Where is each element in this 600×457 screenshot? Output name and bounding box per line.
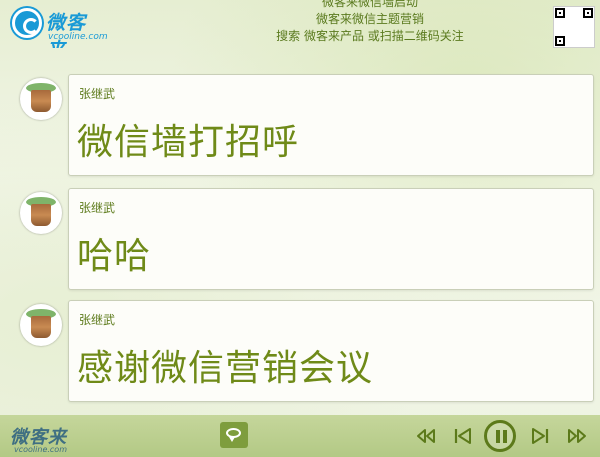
header: 微客来 vcooline.com 微客来微信墙启动 微客来微信主题营销 搜索 微… xyxy=(0,0,600,48)
message-card: 张继武 微信墙打招呼 xyxy=(18,74,594,178)
pause-icon[interactable] xyxy=(484,420,516,452)
message-card: 张继武 哈哈 xyxy=(18,188,594,292)
avatar xyxy=(20,192,62,234)
announcement-line: 微客来微信主题营销 xyxy=(315,12,424,26)
message-text: 哈哈 xyxy=(77,236,152,277)
rewind-icon[interactable] xyxy=(414,424,438,448)
fast-forward-icon[interactable] xyxy=(565,424,589,448)
message-text: 微信墙打招呼 xyxy=(77,122,300,163)
next-icon[interactable] xyxy=(528,424,552,448)
avatar xyxy=(20,304,62,346)
message-card: 张继武 感谢微信营销会议 xyxy=(18,300,594,404)
sender-name: 张继武 xyxy=(79,87,116,101)
message-bubble: 张继武 感谢微信营销会议 xyxy=(68,300,594,402)
message-bubble: 张继武 哈哈 xyxy=(68,188,594,290)
announcement-line: 搜索 微客来产品 或扫描二维码关注 xyxy=(276,29,464,43)
sender-name: 张继武 xyxy=(79,313,116,327)
sender-name: 张继武 xyxy=(79,201,116,215)
message-bubble: 张继武 微信墙打招呼 xyxy=(68,74,594,176)
previous-icon[interactable] xyxy=(451,424,475,448)
announcement-line: 微客来微信墙启动 xyxy=(321,0,418,9)
logo-text: 微客来 xyxy=(46,12,87,48)
qr-code-icon xyxy=(553,6,595,48)
avatar xyxy=(20,78,62,120)
footer-toolbar: 微客来 vcooline.com xyxy=(0,415,600,457)
scrolling-announcement: 微客来微信墙启动 微客来微信主题营销 搜索 微客来产品 或扫描二维码关注 xyxy=(230,0,510,45)
message-text: 感谢微信营销会议 xyxy=(77,348,374,389)
logo-mark-icon xyxy=(12,8,42,38)
footer-logo-subtext: vcooline.com xyxy=(14,445,67,454)
logo-subtext: vcooline.com xyxy=(48,32,108,42)
chat-bubble-icon[interactable] xyxy=(220,422,248,448)
brand-logo: 微客来 vcooline.com xyxy=(12,8,108,48)
